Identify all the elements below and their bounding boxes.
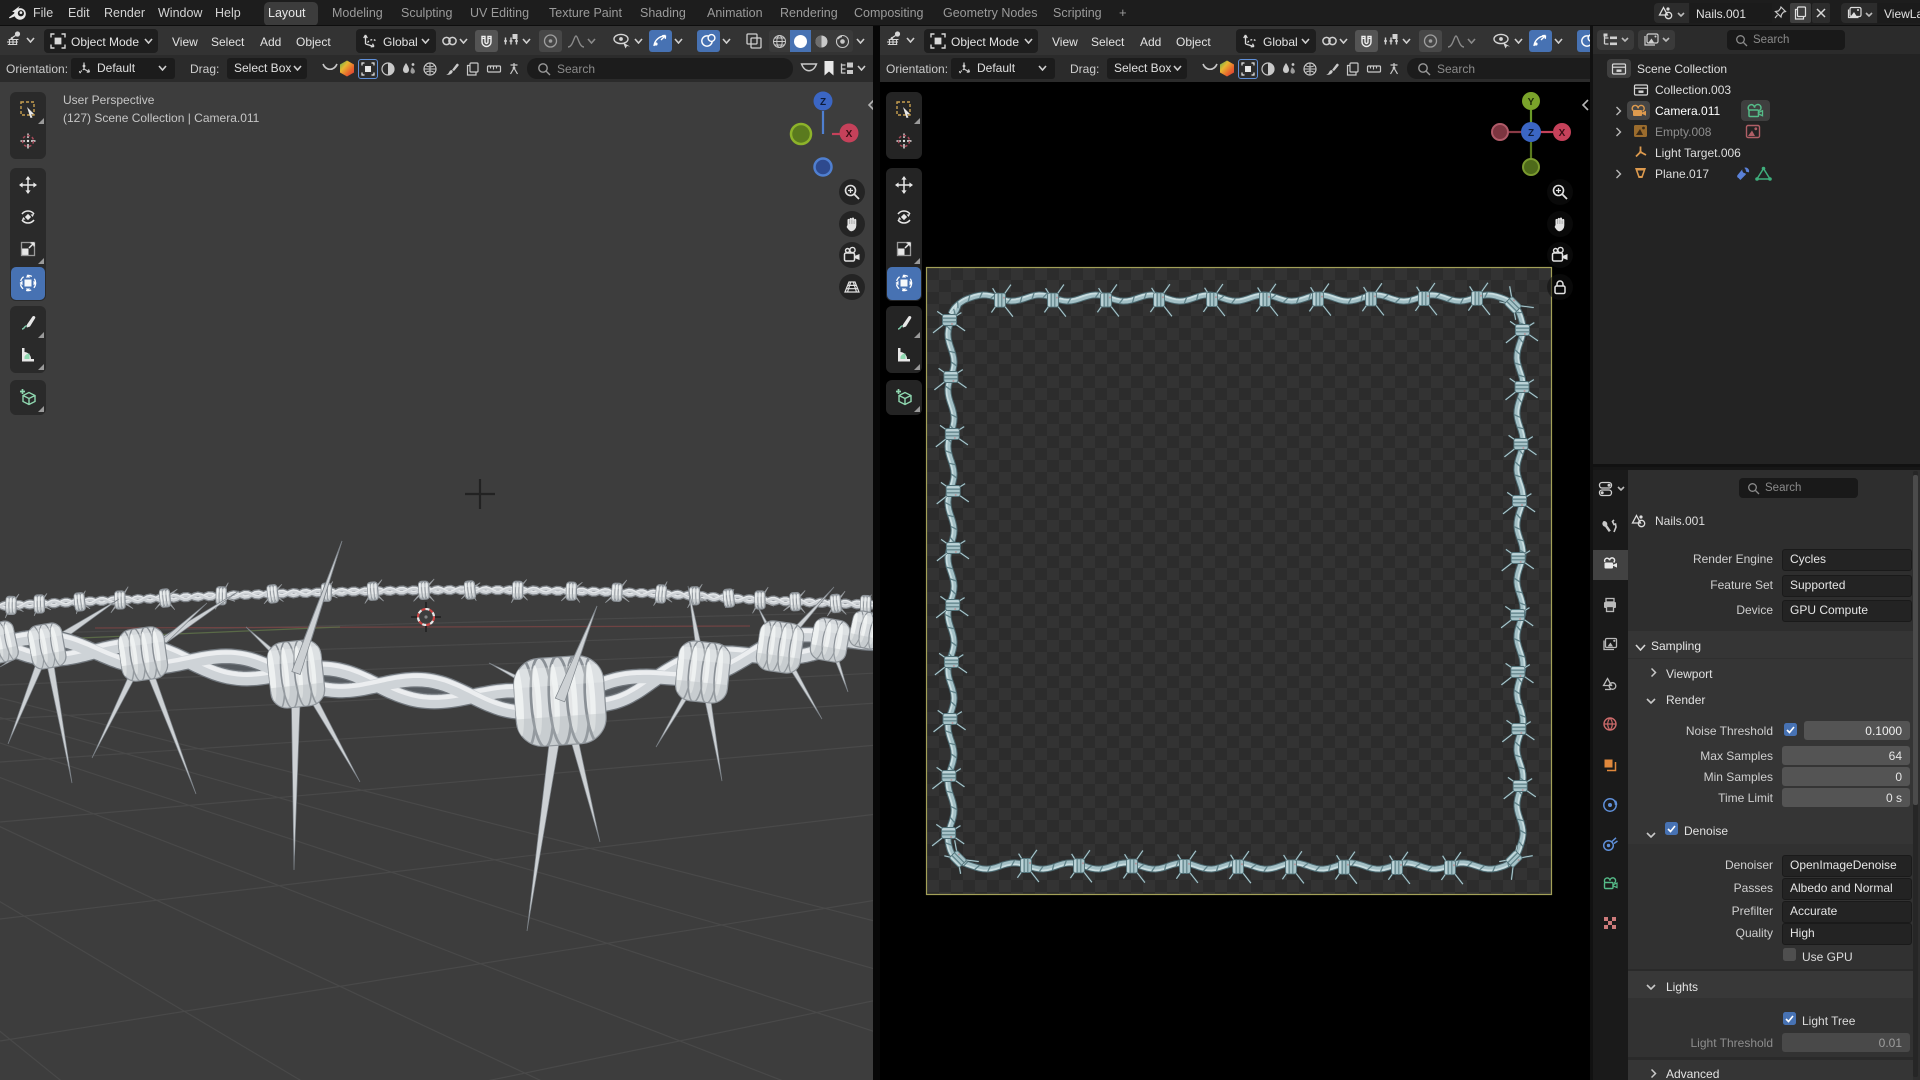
svg-text:X: X (846, 129, 853, 140)
svg-text:X: X (1559, 128, 1566, 139)
svg-text:Y: Y (1528, 97, 1535, 108)
svg-text:Z: Z (820, 97, 826, 108)
svg-text:Z: Z (1528, 128, 1534, 139)
